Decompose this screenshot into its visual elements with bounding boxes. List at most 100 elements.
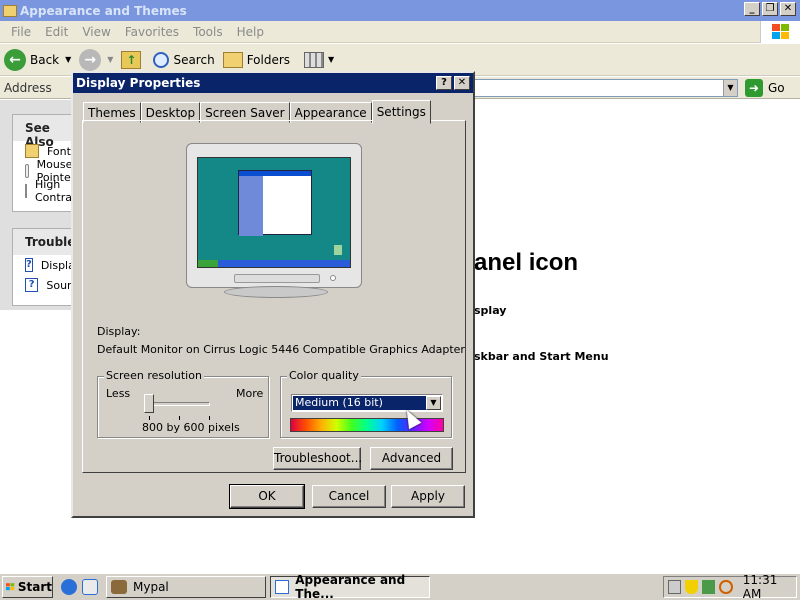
- color-quality-legend: Color quality: [287, 369, 361, 382]
- resolution-value: 800 by 600 pixels: [142, 421, 240, 434]
- menu-edit[interactable]: Edit: [38, 25, 75, 39]
- screen-resolution-group: Screen resolution Less More 800 by 600 p…: [97, 369, 269, 438]
- explorer-titlebar: Appearance and Themes _ ❐ ✕: [0, 0, 800, 21]
- chevron-down-icon: ▼: [107, 55, 114, 64]
- mouse-icon: [25, 164, 29, 178]
- task-mypal-label: Mypal: [133, 580, 169, 594]
- display-properties-icon: [275, 580, 290, 594]
- search-button[interactable]: Search: [153, 51, 215, 68]
- menubar: File Edit View Favorites Tools Help: [0, 21, 800, 43]
- color-quality-select[interactable]: Medium (16 bit) ▼: [291, 394, 443, 412]
- chevron-down-icon: ▼: [65, 55, 72, 64]
- go-label: Go: [768, 81, 785, 95]
- go-arrow-icon: ➜: [745, 79, 763, 97]
- display-label: Display:: [97, 325, 141, 338]
- fonts-folder-icon: [25, 144, 39, 158]
- network-icon[interactable]: [702, 580, 716, 594]
- menu-favorites[interactable]: Favorites: [118, 25, 186, 39]
- restore-button[interactable]: ❐: [762, 2, 778, 16]
- go-button[interactable]: ➜ Go: [745, 79, 785, 97]
- forward-arrow-icon: →: [79, 48, 102, 71]
- views-button[interactable]: ▼: [304, 51, 334, 68]
- monitor-stand: [224, 286, 328, 298]
- start-label: Start: [17, 580, 52, 594]
- task-link-taskbar[interactable]: skbar and Start Menu: [474, 350, 609, 363]
- mypal-icon: [111, 580, 127, 594]
- advanced-button[interactable]: Advanced: [370, 447, 453, 470]
- slider-tick: [149, 416, 150, 420]
- control-panel-heading: anel icon: [474, 249, 579, 276]
- display-value: Default Monitor on Cirrus Logic 5446 Com…: [97, 343, 465, 356]
- resolution-slider-thumb[interactable]: [144, 394, 154, 413]
- chevron-down-icon[interactable]: ▼: [426, 396, 441, 410]
- explorer-title: Appearance and Themes: [20, 3, 187, 18]
- slider-tick: [209, 416, 210, 420]
- resolution-slider-track: [148, 402, 210, 406]
- dialog-close-button[interactable]: ✕: [454, 76, 470, 90]
- chevron-down-icon[interactable]: ▼: [723, 80, 737, 96]
- help-icon: ?: [25, 278, 39, 292]
- system-tray: 11:31 AM: [663, 573, 797, 601]
- monitor-bezel: [186, 143, 362, 288]
- forward-button[interactable]: → ▼: [79, 48, 114, 71]
- search-label: Search: [173, 52, 215, 67]
- preview-taskbar: [198, 260, 350, 267]
- help-button[interactable]: ?: [436, 76, 452, 90]
- cancel-button[interactable]: Cancel: [312, 485, 386, 508]
- menu-view[interactable]: View: [75, 25, 117, 39]
- apply-button[interactable]: Apply: [391, 485, 465, 508]
- search-icon: [153, 51, 170, 68]
- address-input[interactable]: ▼: [472, 79, 738, 97]
- security-shield-icon[interactable]: [685, 580, 699, 594]
- windows-logo-icon: [760, 21, 800, 43]
- dialog-titlebar: Display Properties ? ✕: [73, 73, 473, 93]
- back-arrow-icon: ←: [4, 48, 26, 71]
- tab-settings[interactable]: Settings: [371, 100, 431, 124]
- task-appearance-label: Appearance and The...: [295, 573, 406, 601]
- color-spectrum-bar: [290, 418, 444, 432]
- high-contrast-icon: [25, 184, 27, 198]
- views-icon: [304, 51, 325, 68]
- address-label: Address: [4, 80, 52, 95]
- keyboard-icon[interactable]: [668, 580, 682, 594]
- color-quality-group: Color quality Medium (16 bit) ▼: [280, 369, 452, 438]
- dialog-title: Display Properties: [76, 76, 201, 90]
- preview-window: [238, 170, 312, 236]
- screen-resolution-legend: Screen resolution: [104, 369, 204, 382]
- up-folder-icon: ↑: [121, 50, 142, 69]
- up-folder-button[interactable]: ↑: [121, 50, 142, 69]
- monitor-button: [234, 274, 320, 283]
- clock: 11:31 AM: [742, 573, 778, 601]
- resolution-less-label: Less: [106, 387, 131, 400]
- color-quality-value: Medium (16 bit): [293, 396, 427, 410]
- search-icon[interactable]: [719, 580, 733, 594]
- folders-icon: [222, 51, 243, 68]
- task-link-display[interactable]: splay: [474, 304, 506, 317]
- close-button[interactable]: ✕: [780, 2, 796, 16]
- menu-file[interactable]: File: [4, 25, 38, 39]
- menu-tools[interactable]: Tools: [186, 25, 230, 39]
- minimize-button[interactable]: _: [744, 2, 760, 16]
- folders-label: Folders: [246, 52, 291, 67]
- folder-icon: [3, 4, 17, 17]
- display-properties-dialog: Display Properties ? ✕ Themes Desktop Sc…: [71, 71, 475, 518]
- back-button[interactable]: ← Back ▼: [4, 48, 72, 71]
- internet-explorer-icon[interactable]: [61, 579, 77, 595]
- folders-button[interactable]: Folders: [222, 51, 291, 68]
- taskbar: Start Mypal Appearance and The... 11:31 …: [0, 572, 800, 601]
- help-icon: ?: [25, 258, 33, 272]
- task-appearance-themes[interactable]: Appearance and The...: [270, 573, 430, 601]
- start-button[interactable]: Start: [2, 576, 53, 598]
- ok-button[interactable]: OK: [229, 484, 305, 509]
- monitor-power-led: [330, 275, 336, 281]
- troubleshoot-button[interactable]: Troubleshoot...: [273, 447, 362, 470]
- monitor-preview: [186, 143, 362, 298]
- task-pane: See Also Fonts Mouse Pointers High Contr…: [0, 100, 135, 310]
- back-label: Back: [30, 52, 60, 67]
- menu-help[interactable]: Help: [230, 25, 271, 39]
- slider-tick: [179, 416, 180, 420]
- show-desktop-icon[interactable]: [82, 579, 98, 595]
- windows-logo-icon: [6, 583, 15, 591]
- recycle-bin-icon: [334, 245, 342, 255]
- task-mypal[interactable]: Mypal: [106, 576, 266, 598]
